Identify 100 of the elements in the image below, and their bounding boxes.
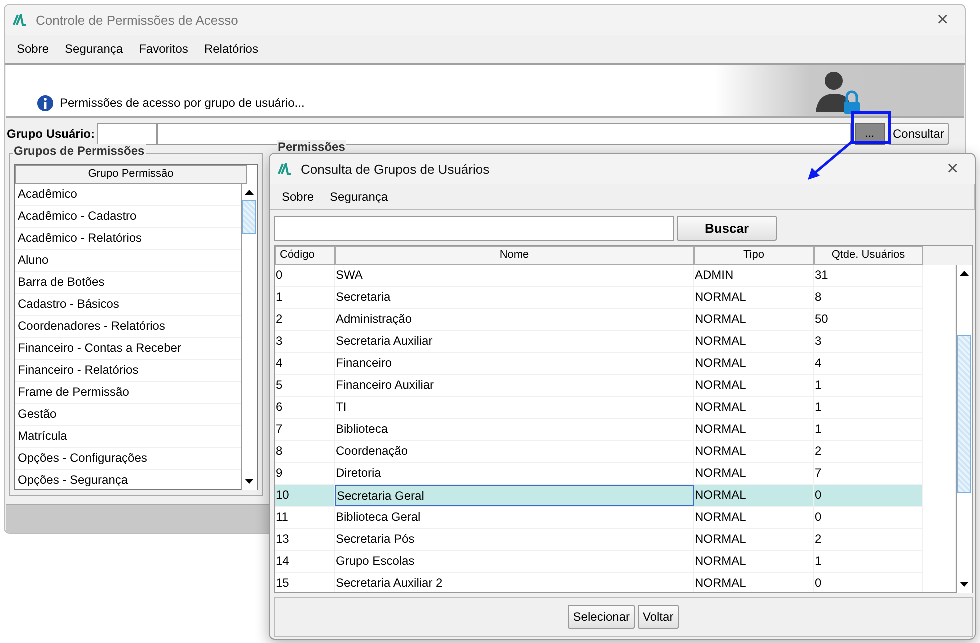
banner-text: Permissões de acesso por grupo de usuário... <box>60 95 305 112</box>
table-cell: 7 <box>814 463 923 484</box>
scrollbar[interactable] <box>241 184 257 490</box>
list-item[interactable]: Acadêmico - Relatórios <box>15 228 241 250</box>
scrollbar[interactable] <box>956 265 972 593</box>
table-cell: 7 <box>275 419 335 440</box>
scroll-down-icon[interactable] <box>960 582 969 587</box>
table-row[interactable]: 13 Secretaria Pós NORMAL 2 <box>275 529 923 551</box>
column-header[interactable]: Qtde. Usuários <box>814 246 923 265</box>
table-cell: 8 <box>814 287 923 308</box>
list-item[interactable]: Acadêmico - Cadastro <box>15 206 241 228</box>
list-item[interactable]: Opções - Configurações <box>15 448 241 470</box>
window-title: Controle de Permissões de Acesso <box>36 12 238 28</box>
table-cell: NORMAL <box>694 551 814 572</box>
dialog-button[interactable]: Voltar <box>638 605 679 629</box>
table-cell: 4 <box>275 353 335 374</box>
list-item[interactable]: Financeiro - Relatórios <box>15 360 241 382</box>
scroll-up-icon[interactable] <box>960 271 969 276</box>
table-cell: NORMAL <box>694 507 814 528</box>
table-cell: Secretaria Pós <box>335 529 694 550</box>
table-cell: NORMAL <box>694 485 814 506</box>
list-item[interactable]: Frame de Permissão <box>15 382 241 404</box>
table-row[interactable]: 2 Administração NORMAL 50 <box>275 309 923 331</box>
table-cell: NORMAL <box>694 463 814 484</box>
table-row[interactable]: 3 Secretaria Auxiliar NORMAL 3 <box>275 331 923 353</box>
logo-icon <box>13 14 27 26</box>
menu-item[interactable]: Sobre <box>9 38 58 60</box>
scroll-up-icon[interactable] <box>245 190 254 195</box>
column-header[interactable]: Tipo <box>694 246 814 265</box>
table-cell: Financeiro Auxiliar <box>335 375 694 396</box>
column-header[interactable]: Nome <box>335 246 694 265</box>
table-cell: Secretaria <box>335 287 694 308</box>
search-field[interactable] <box>274 216 674 241</box>
panel-title: Grupos de Permissões <box>13 144 146 158</box>
table-row[interactable]: 5 Financeiro Auxiliar NORMAL 1 <box>275 375 923 397</box>
table-cell: 1 <box>814 375 923 396</box>
table-cell: 0 <box>814 507 923 528</box>
table-cell: 3 <box>275 331 335 352</box>
table-row[interactable]: 1 Secretaria NORMAL 8 <box>275 287 923 309</box>
column-header[interactable]: Código <box>275 246 335 265</box>
table-row[interactable]: 4 Financeiro NORMAL 4 <box>275 353 923 375</box>
scrollbar-thumb[interactable] <box>957 335 971 493</box>
table-cell: NORMAL <box>694 375 814 396</box>
field-label: Grupo Usuário: <box>7 127 96 141</box>
table-cell: NORMAL <box>694 331 814 352</box>
table-row[interactable]: 15 Secretaria Auxiliar 2 NORMAL 0 <box>275 573 923 592</box>
menu-item[interactable]: Segurança <box>57 38 132 60</box>
table-cell: Diretoria <box>335 463 694 484</box>
close-button[interactable]: × <box>921 5 965 35</box>
menu-item[interactable]: Relatórios <box>196 38 266 60</box>
code-field[interactable] <box>97 123 158 145</box>
table-cell: 14 <box>275 551 335 572</box>
table-cell: 2 <box>275 309 335 330</box>
table-cell: 8 <box>275 441 335 462</box>
table-row[interactable]: 10 Secretaria Geral NORMAL 0 <box>275 485 923 507</box>
menu-item[interactable]: Sobre <box>274 186 322 208</box>
table-cell: 0 <box>275 265 335 286</box>
window-title: Consulta de Grupos de Usuários <box>301 162 490 176</box>
table-cell: NORMAL <box>694 441 814 462</box>
scroll-down-icon[interactable] <box>245 479 254 484</box>
table-cell: 13 <box>275 529 335 550</box>
table-row[interactable]: 6 TI NORMAL 1 <box>275 397 923 419</box>
table-row[interactable]: 0 SWA ADMIN 31 <box>275 265 923 287</box>
menu-item[interactable]: Segurança <box>322 186 396 208</box>
table-cell: NORMAL <box>694 287 814 308</box>
table-cell: 1 <box>814 419 923 440</box>
table-row[interactable]: 11 Biblioteca Geral NORMAL 0 <box>275 507 923 529</box>
table-cell: Administração <box>335 309 694 330</box>
list-item[interactable]: Financeiro - Contas a Receber <box>15 338 241 360</box>
scrollbar-thumb[interactable] <box>242 200 256 234</box>
list-item[interactable]: Matrícula <box>15 426 241 448</box>
table-cell: 0 <box>814 485 923 506</box>
table-cell: 2 <box>814 441 923 462</box>
list-item[interactable]: Gestão <box>15 404 241 426</box>
table-cell: Financeiro <box>335 353 694 374</box>
table-row[interactable]: 8 Coordenação NORMAL 2 <box>275 441 923 463</box>
table-cell: NORMAL <box>694 573 814 592</box>
query-button[interactable]: Consultar <box>888 123 950 145</box>
table-cell: Secretaria Geral <box>335 485 694 506</box>
list-item[interactable]: Coordenadores - Relatórios <box>15 316 241 338</box>
dialog-button[interactable]: Selecionar <box>568 605 635 629</box>
table-cell: 5 <box>275 375 335 396</box>
panel-title: Permissões <box>277 140 346 154</box>
table-cell: Secretaria Auxiliar <box>335 331 694 352</box>
menu-item[interactable]: Favoritos <box>131 38 196 60</box>
table-cell: 1 <box>814 397 923 418</box>
highlight-rectangle <box>851 111 891 144</box>
table-row[interactable]: 7 Biblioteca NORMAL 1 <box>275 419 923 441</box>
table-cell: 31 <box>814 265 923 286</box>
list-item[interactable]: Acadêmico <box>15 184 241 206</box>
table-cell: 4 <box>814 353 923 374</box>
table-cell: 50 <box>814 309 923 330</box>
close-button[interactable]: × <box>931 154 975 184</box>
column-header: Grupo Permissão <box>15 165 247 184</box>
table-row[interactable]: 14 Grupo Escolas NORMAL 1 <box>275 551 923 573</box>
list-item[interactable]: Barra de Botões <box>15 272 241 294</box>
list-item[interactable]: Aluno <box>15 250 241 272</box>
list-item[interactable]: Cadastro - Básicos <box>15 294 241 316</box>
search-button[interactable]: Buscar <box>677 216 777 241</box>
table-cell: Grupo Escolas <box>335 551 694 572</box>
